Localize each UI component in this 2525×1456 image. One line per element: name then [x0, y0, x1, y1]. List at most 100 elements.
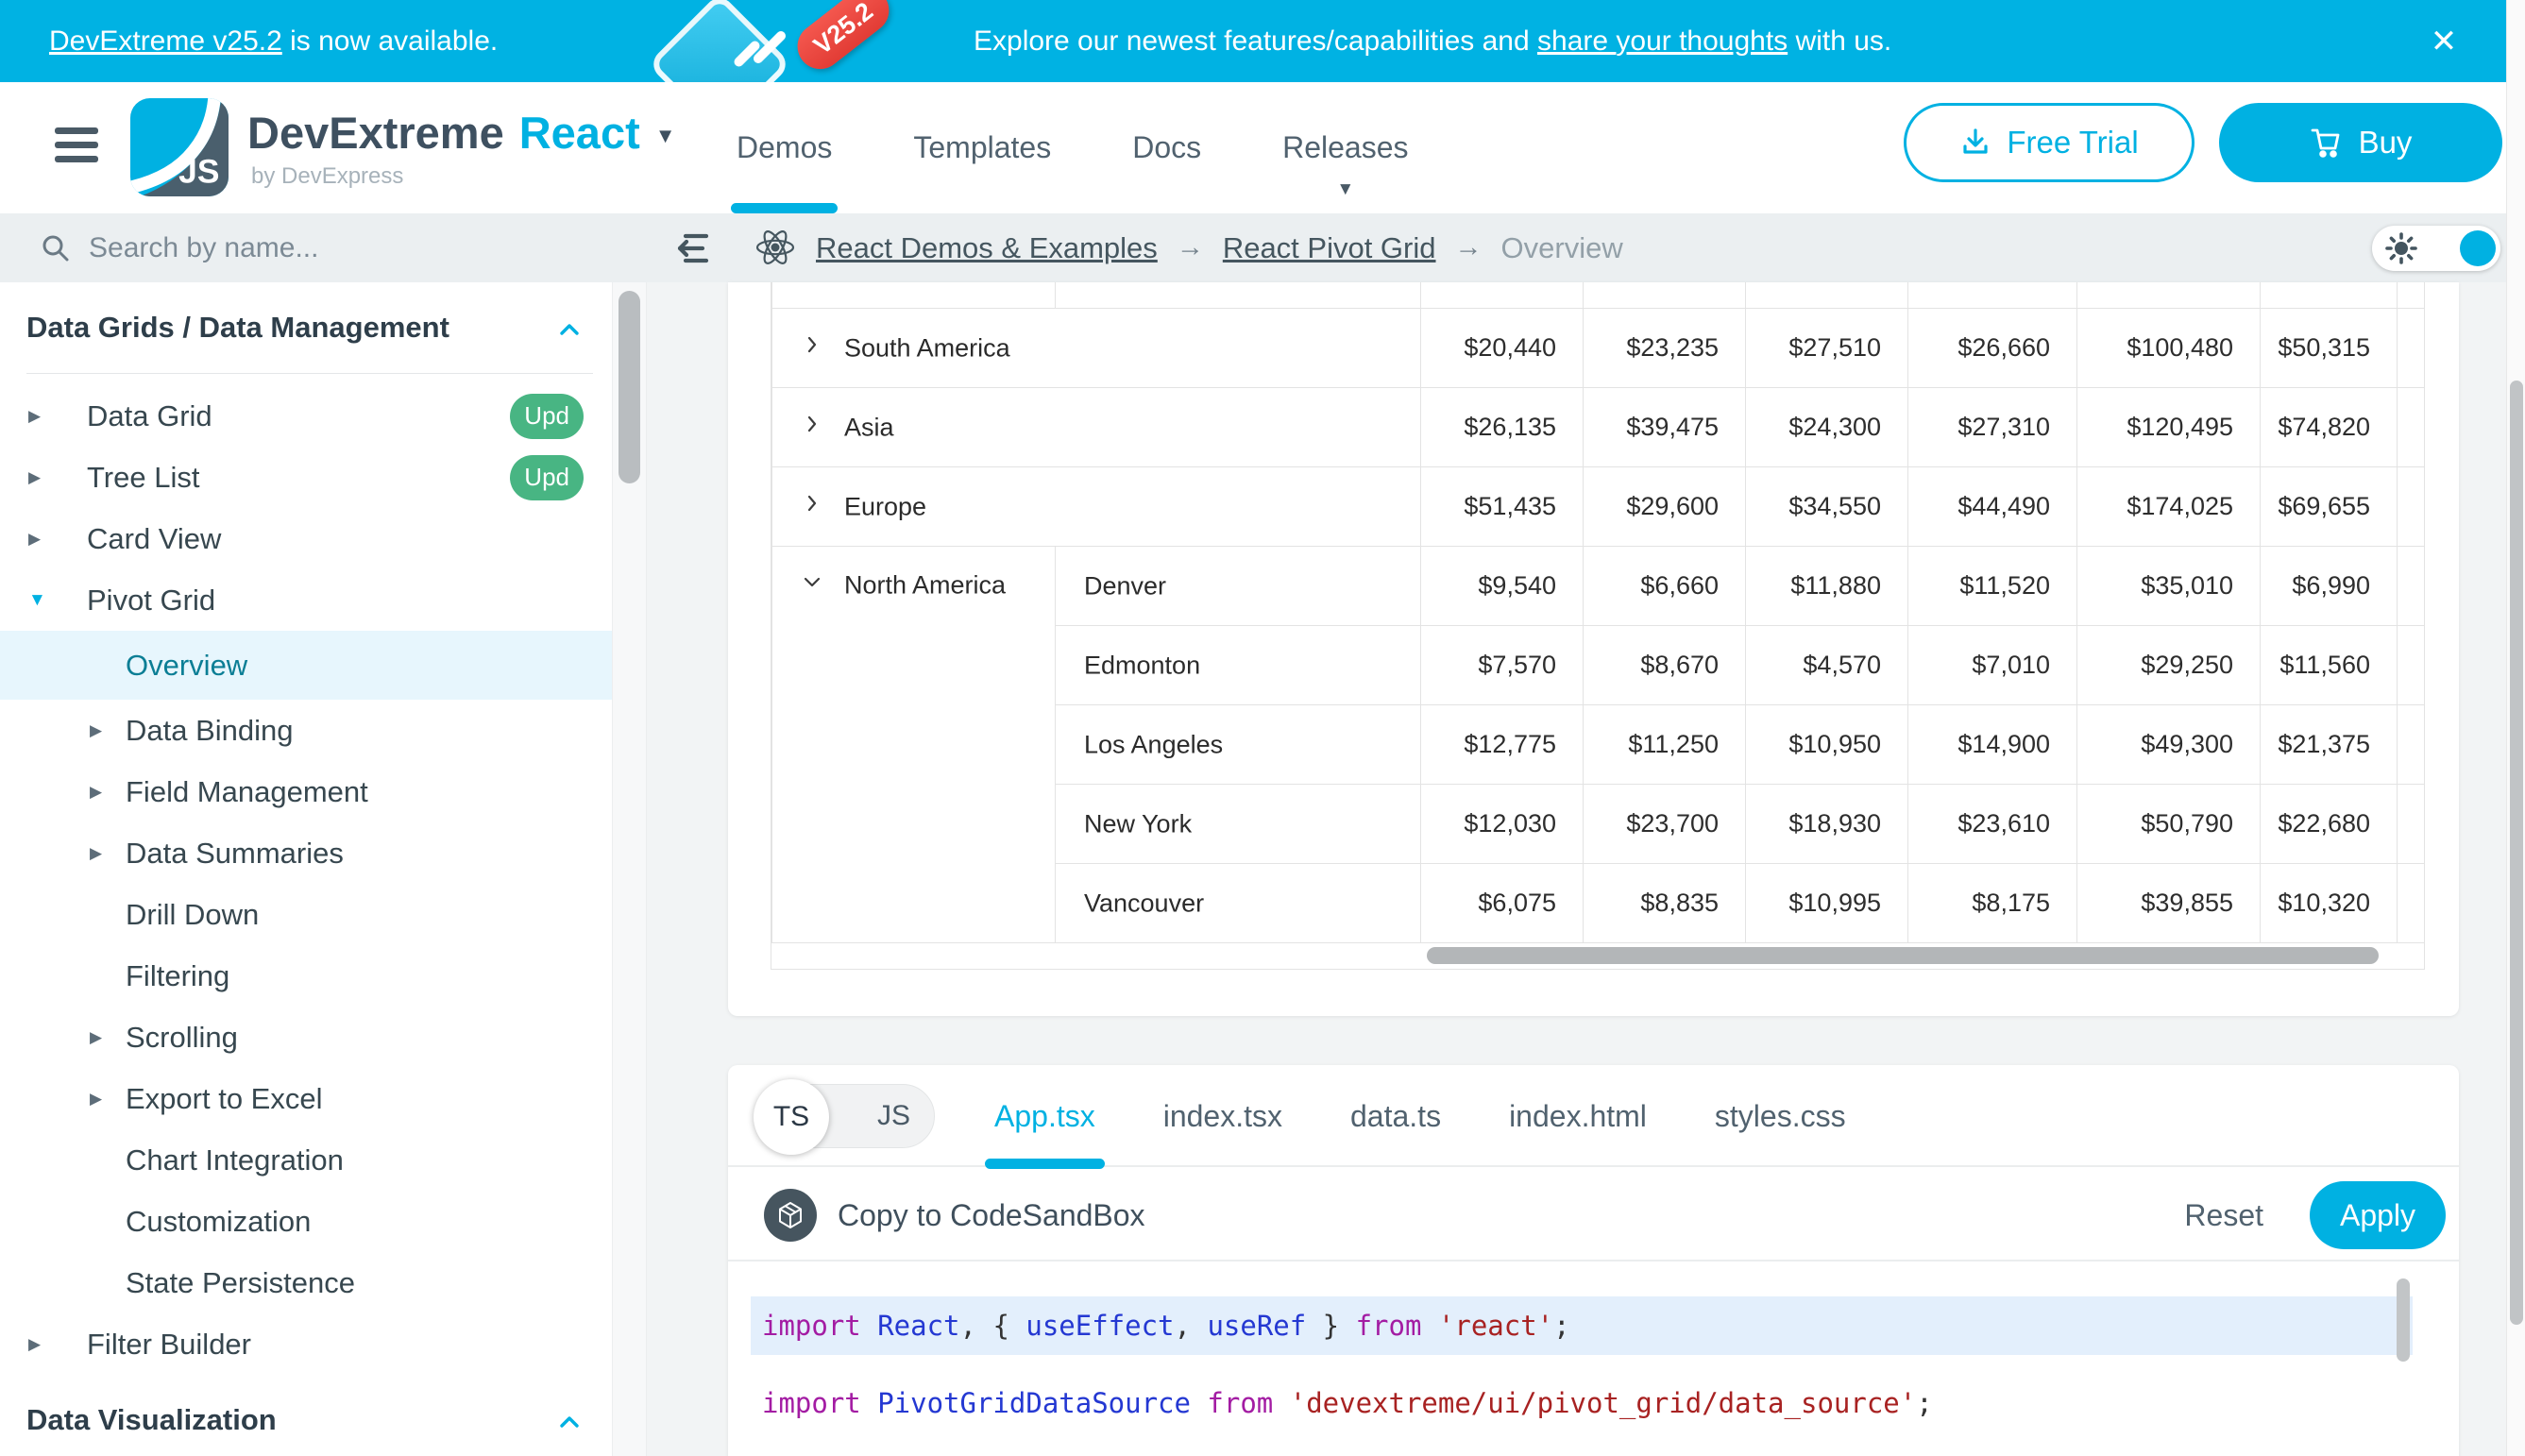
row-label: South America — [844, 333, 1010, 362]
pivot-row-header-vancouver[interactable]: Vancouver — [1056, 863, 1421, 942]
sidebar-item-tree-list[interactable]: ▶Tree ListUpd — [0, 447, 612, 508]
pivot-row-header-europe[interactable]: Europe — [772, 466, 1421, 546]
pivot-value-cell: $49,300 — [2077, 704, 2261, 784]
nav-item-templates[interactable]: Templates — [913, 82, 1051, 213]
code-editor[interactable]: import React, { useEffect, useRef } from… — [751, 1296, 2413, 1456]
sidebar-item-customization[interactable]: Customization — [0, 1191, 612, 1252]
tab-index-html[interactable]: index.html — [1509, 1065, 1647, 1167]
sidebar-scrollbar-thumb[interactable] — [619, 291, 640, 483]
search-icon — [40, 232, 72, 264]
pivot-value-cell: $18,930 — [1746, 784, 1908, 863]
expand-row-icon[interactable] — [801, 492, 823, 521]
pivot-header-cell — [2398, 282, 2425, 308]
code-token: ; — [1916, 1387, 1932, 1419]
pivot-partial-cell — [2398, 704, 2425, 784]
nav-item-demos[interactable]: Demos — [737, 82, 832, 213]
sidebar-item-chart-integration[interactable]: Chart Integration — [0, 1129, 612, 1191]
sidebar-item-field-management[interactable]: ▶Field Management — [0, 761, 612, 822]
sidebar-item-label: Data Grid — [87, 399, 212, 433]
pivot-row-header-los-angeles[interactable]: Los Angeles — [1056, 704, 1421, 784]
nav-item-docs[interactable]: Docs — [1132, 82, 1201, 213]
sidebar-item-drill-down[interactable]: Drill Down — [0, 884, 612, 945]
tab-styles-css[interactable]: styles.css — [1715, 1065, 1846, 1167]
pivot-row-header-south-america[interactable]: South America — [772, 308, 1421, 387]
search-input[interactable] — [89, 232, 604, 264]
copy-to-codesandbox-button[interactable]: Copy to CodeSandBox — [838, 1169, 1145, 1261]
sidebar-item-overview[interactable]: Overview — [0, 631, 612, 700]
hamburger-menu-icon[interactable] — [55, 127, 100, 170]
horizontal-scrollbar-thumb[interactable] — [1427, 947, 2379, 964]
pivot-row-header-denver[interactable]: Denver — [1056, 546, 1421, 625]
sidebar-section-data-visualization[interactable]: Data Visualization — [0, 1375, 612, 1456]
sidebar-item-data-binding[interactable]: ▶Data Binding — [0, 700, 612, 761]
page-scrollbar-thumb[interactable] — [2510, 381, 2523, 1325]
pivot-value-cell: $51,435 — [1421, 466, 1584, 546]
triangle-collapsed-icon: ▶ — [90, 721, 126, 740]
free-trial-button[interactable]: Free Trial — [1904, 103, 2195, 182]
download-icon — [1959, 127, 1991, 159]
sidebar-item-pivot-grid[interactable]: ▼Pivot Grid — [0, 569, 612, 631]
close-icon[interactable]: ✕ — [2414, 0, 2474, 82]
nav-item-label: Docs — [1132, 130, 1201, 165]
collapse-sidebar-icon[interactable] — [670, 227, 714, 270]
banner-version-link[interactable]: DevExtreme v25.2 — [49, 25, 282, 58]
tab-label: styles.css — [1715, 1099, 1846, 1134]
page-scrollbar — [2506, 0, 2525, 1456]
breadcrumb-react-demos-examples[interactable]: React Demos & Examples — [816, 231, 1158, 265]
framework-selector[interactable]: React — [519, 107, 640, 159]
theme-toggle[interactable] — [2372, 226, 2500, 271]
chevron-up-icon[interactable] — [559, 311, 580, 345]
sidebar-item-data-summaries[interactable]: ▶Data Summaries — [0, 822, 612, 884]
tab-app-tsx[interactable]: App.tsx — [994, 1065, 1095, 1167]
sidebar-section-data-grids-data-management[interactable]: Data Grids / Data Management — [0, 282, 612, 373]
pivot-value-cell: $7,010 — [1908, 625, 2077, 704]
pivot-value-cell: $14,900 — [1908, 704, 2077, 784]
chevron-down-icon[interactable]: ▼ — [655, 124, 676, 148]
pivot-value-cell: $50,790 — [2077, 784, 2261, 863]
sidebar-item-label: Field Management — [126, 775, 368, 809]
breadcrumb-react-pivot-grid[interactable]: React Pivot Grid — [1223, 231, 1436, 265]
sidebar-item-state-persistence[interactable]: State Persistence — [0, 1252, 612, 1313]
tab-data-ts[interactable]: data.ts — [1350, 1065, 1441, 1167]
tab-index-tsx[interactable]: index.tsx — [1163, 1065, 1282, 1167]
theme-toggle-knob — [2460, 230, 2496, 266]
pivot-row-header-edmonton[interactable]: Edmonton — [1056, 625, 1421, 704]
sidebar-item-export-to-excel[interactable]: ▶Export to Excel — [0, 1068, 612, 1129]
apply-button[interactable]: Apply — [2310, 1181, 2446, 1249]
sidebar-item-filtering[interactable]: Filtering — [0, 945, 612, 1007]
sidebar-item-label: Data Binding — [126, 714, 294, 748]
nav-item-releases[interactable]: Releases▼ — [1282, 82, 1408, 213]
sidebar-item-data-grid[interactable]: ▶Data GridUpd — [0, 385, 612, 447]
pivot-value-cell: $22,680 — [2261, 784, 2398, 863]
pivot-row-header-new-york[interactable]: New York — [1056, 784, 1421, 863]
react-icon — [754, 226, 797, 274]
triangle-collapsed-icon: ▶ — [28, 1335, 87, 1354]
pivot-value-cell: $8,670 — [1584, 625, 1746, 704]
share-thoughts-link[interactable]: share your thoughts — [1537, 25, 1788, 58]
code-tabbar: TS JS App.tsx index.tsx data.ts index.html s… — [728, 1065, 2459, 1167]
row-label: Europe — [844, 492, 926, 520]
sidebar-item-scrolling[interactable]: ▶Scrolling — [0, 1007, 612, 1068]
pivot-row-header-north-america[interactable]: North America — [772, 546, 1056, 942]
pivot-row-header-asia[interactable]: Asia — [772, 387, 1421, 466]
reset-button[interactable]: Reset — [2184, 1169, 2263, 1261]
sidebar-item-filter-builder[interactable]: ▶Filter Builder — [0, 1313, 612, 1375]
collapse-row-icon[interactable] — [801, 570, 823, 600]
code-scrollbar-thumb[interactable] — [2397, 1278, 2410, 1362]
brand-byline: by DevExpress — [251, 163, 403, 190]
top-strip: React Demos & Examples→React Pivot Grid→… — [0, 213, 2506, 282]
pivot-partial-cell — [2398, 466, 2425, 546]
expand-row-icon[interactable] — [801, 333, 823, 363]
expand-row-icon[interactable] — [801, 413, 823, 442]
pivot-value-cell: $6,990 — [2261, 546, 2398, 625]
language-toggle[interactable]: TS JS — [755, 1084, 935, 1148]
chevron-up-icon[interactable] — [559, 1403, 580, 1437]
lang-option-ts[interactable]: TS — [754, 1079, 829, 1155]
row-label: North America — [844, 570, 1006, 599]
devextreme-js-logo[interactable]: JS — [130, 98, 229, 196]
lang-option-js[interactable]: JS — [877, 1085, 910, 1147]
buy-button[interactable]: Buy — [2219, 103, 2502, 182]
sidebar-item-card-view[interactable]: ▶Card View — [0, 508, 612, 569]
cart-icon — [2310, 126, 2344, 160]
pivot-value-cell: $39,475 — [1584, 387, 1746, 466]
